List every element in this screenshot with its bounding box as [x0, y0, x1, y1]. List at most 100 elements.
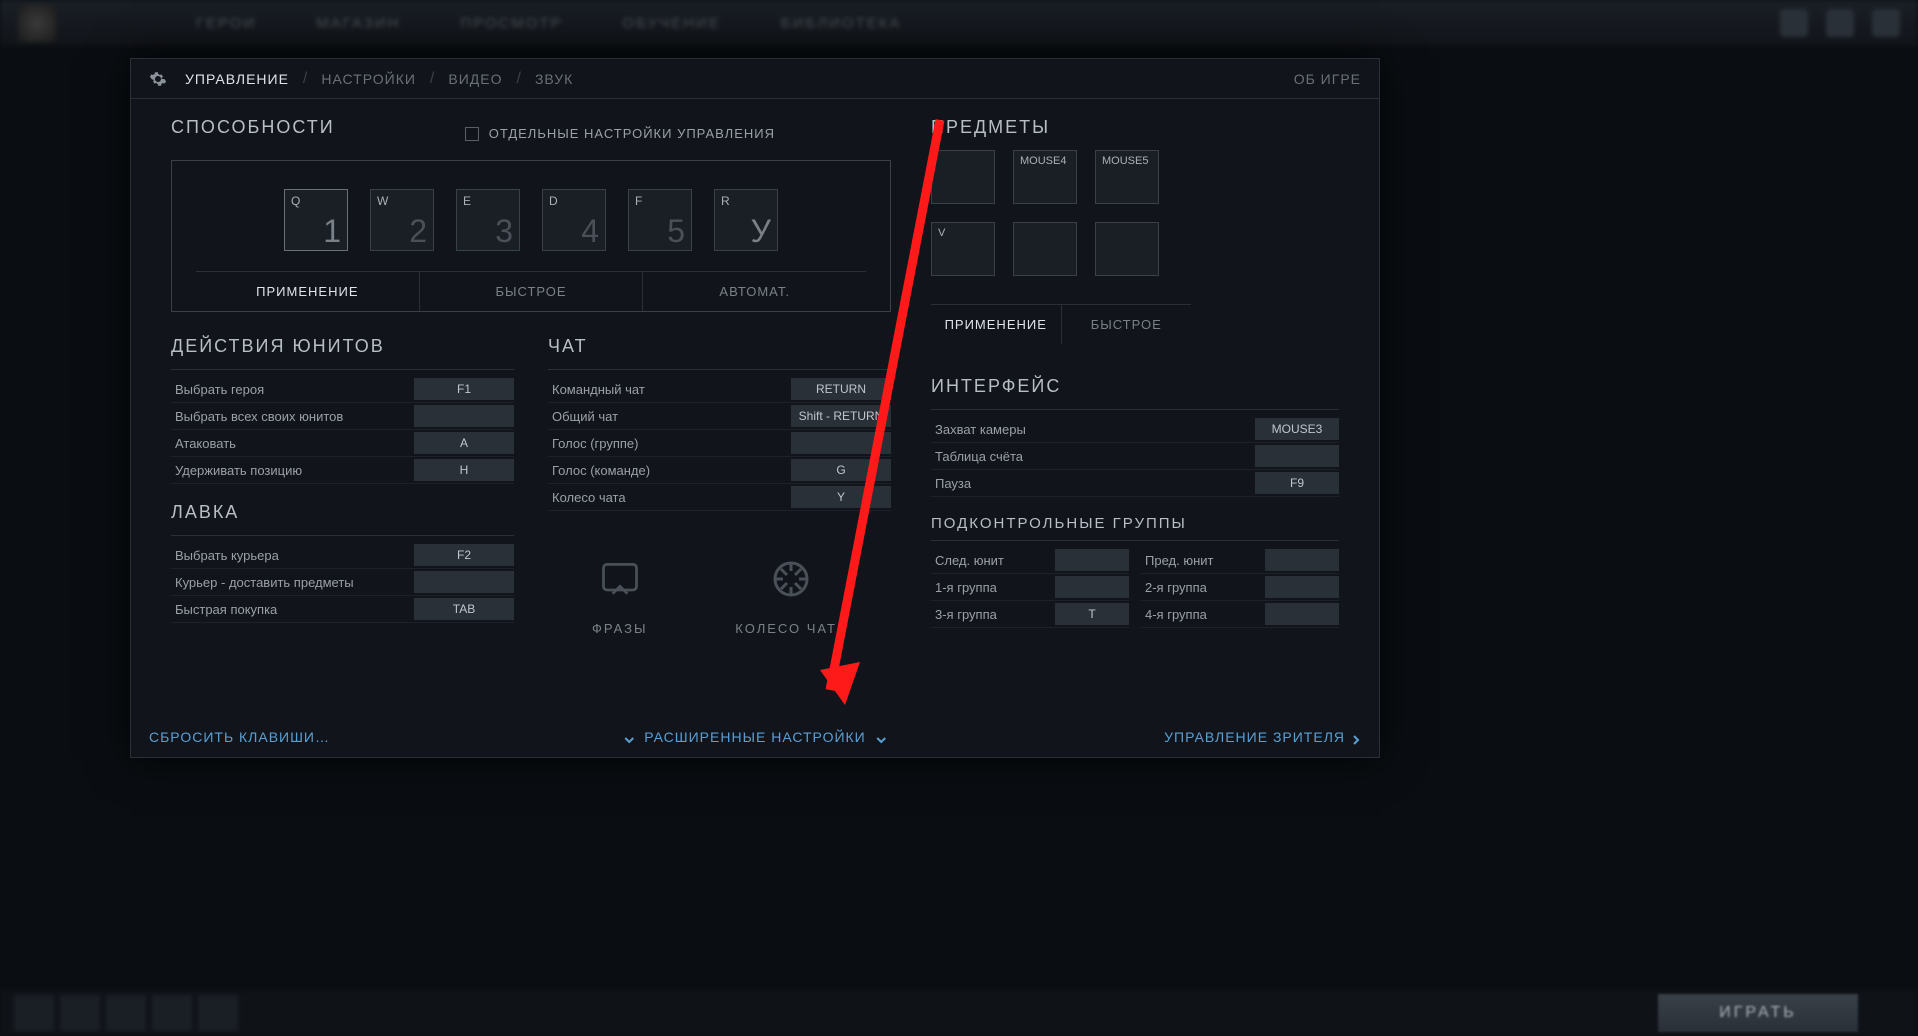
tab-controls[interactable]: УПРАВЛЕНИЕ — [185, 71, 289, 87]
settings-icon[interactable] — [1872, 9, 1900, 37]
ability-slot-6[interactable]: RУ — [714, 189, 778, 251]
abilities-title: СПОСОБНОСТИ — [171, 117, 335, 138]
chat-wheel-button[interactable]: КОЛЕСО ЧАТА — [735, 551, 847, 636]
tab-settings[interactable]: НАСТРОЙКИ — [321, 71, 416, 87]
ability-mode-cast[interactable]: ПРИМЕНЕНИЕ — [196, 272, 420, 311]
keybind-input[interactable]: F9 — [1255, 472, 1339, 494]
keybind-input[interactable]: MOUSE3 — [1255, 418, 1339, 440]
ability-mode-auto[interactable]: АВТОМАТ. — [643, 272, 866, 311]
party-slot[interactable] — [152, 995, 192, 1031]
armory-icon[interactable] — [1826, 9, 1854, 37]
bind-label: Таблица счёта — [931, 449, 1255, 464]
chevron-right-icon — [1351, 732, 1361, 742]
bind-label: 4-я группа — [1141, 607, 1265, 622]
bind-label: Выбрать всех своих юнитов — [171, 409, 414, 424]
party-slot[interactable] — [198, 995, 238, 1031]
keybind-input[interactable] — [414, 405, 514, 427]
keybind-input[interactable]: Y — [791, 486, 891, 508]
game-logo — [18, 4, 56, 42]
keybind-input[interactable] — [1265, 576, 1339, 598]
keybind-input[interactable] — [1265, 603, 1339, 625]
tab-video[interactable]: ВИДЕО — [448, 71, 502, 87]
keybind-input[interactable]: A — [414, 432, 514, 454]
shop-title: ЛАВКА — [171, 502, 514, 523]
bind-label: 1-я группа — [931, 580, 1055, 595]
ability-panel: Q1 W2 E3 D4 F5 RУ ПРИМЕНЕНИЕ БЫСТРОЕ АВТ… — [171, 160, 891, 312]
ability-mode-quick[interactable]: БЫСТРОЕ — [420, 272, 644, 311]
keybind-input[interactable]: Shift - RETURN — [791, 405, 891, 427]
advanced-hotkeys-label: ОТДЕЛЬНЫЕ НАСТРОЙКИ УПРАВЛЕНИЯ — [489, 126, 775, 141]
item-slot-3[interactable]: MOUSE5 — [1095, 150, 1159, 204]
bind-label: Общий чат — [548, 409, 791, 424]
mail-icon[interactable] — [1780, 9, 1808, 37]
party-slot[interactable] — [106, 995, 146, 1031]
item-slot-4[interactable]: V — [931, 222, 995, 276]
keybind-input[interactable] — [791, 432, 891, 454]
settings-window: УПРАВЛЕНИЕ / НАСТРОЙКИ / ВИДЕО / ЗВУК ОБ… — [130, 58, 1380, 758]
top-nav: ГЕРОИ МАГАЗИН ПРОСМОТР ОБУЧЕНИЕ БИБЛИОТЕ… — [0, 0, 1918, 46]
play-button[interactable]: ИГРАТЬ — [1658, 994, 1858, 1032]
bind-label: Выбрать героя — [171, 382, 414, 397]
party-slot[interactable] — [14, 995, 54, 1031]
bind-label: 2-я группа — [1141, 580, 1265, 595]
bind-label: След. юнит — [931, 553, 1055, 568]
keybind-input[interactable] — [414, 571, 514, 593]
bind-label: Выбрать курьера — [171, 548, 414, 563]
item-mode-quick[interactable]: БЫСТРОЕ — [1062, 305, 1192, 344]
shop-table: Выбрать курьераF2 Курьер - доставить пре… — [171, 535, 514, 623]
nav-library[interactable]: БИБЛИОТЕКА — [781, 15, 902, 32]
keybind-input[interactable] — [1055, 549, 1129, 571]
nav-heroes[interactable]: ГЕРОИ — [196, 15, 256, 32]
ability-slot-3[interactable]: E3 — [456, 189, 520, 251]
keybind-input[interactable]: RETURN — [791, 378, 891, 400]
item-mode-cast[interactable]: ПРИМЕНЕНИЕ — [931, 305, 1062, 344]
keybind-input[interactable] — [1055, 576, 1129, 598]
nav-store[interactable]: МАГАЗИН — [316, 15, 400, 32]
item-slot-5[interactable] — [1013, 222, 1077, 276]
reset-keys-button[interactable]: СБРОСИТЬ КЛАВИШИ… — [149, 729, 330, 745]
nav-learn[interactable]: ОБУЧЕНИЕ — [623, 15, 721, 32]
item-slot-2[interactable]: MOUSE4 — [1013, 150, 1077, 204]
keybind-input[interactable] — [1255, 445, 1339, 467]
ability-slot-2[interactable]: W2 — [370, 189, 434, 251]
ability-slot-5[interactable]: F5 — [628, 189, 692, 251]
bind-label: Голос (команде) — [548, 463, 791, 478]
bottom-bar — [0, 990, 1918, 1036]
items-title: ПРЕДМЕТЫ — [931, 117, 1339, 138]
tab-about[interactable]: ОБ ИГРЕ — [1294, 71, 1361, 87]
ability-slot-4[interactable]: D4 — [542, 189, 606, 251]
party-slot[interactable] — [60, 995, 100, 1031]
checkbox-icon — [465, 127, 479, 141]
keybind-input[interactable]: TAB — [414, 598, 514, 620]
spectator-controls-button[interactable]: УПРАВЛЕНИЕ ЗРИТЕЛЯ — [1164, 729, 1361, 745]
keybind-input[interactable]: G — [791, 459, 891, 481]
keybind-input[interactable]: F2 — [414, 544, 514, 566]
settings-body: СПОСОБНОСТИ ОТДЕЛЬНЫЕ НАСТРОЙКИ УПРАВЛЕН… — [131, 99, 1379, 717]
chat-phrases-button[interactable]: ФРАЗЫ — [592, 551, 648, 636]
bind-label: Курьер - доставить предметы — [171, 575, 414, 590]
spectator-controls-label: УПРАВЛЕНИЕ ЗРИТЕЛЯ — [1164, 729, 1345, 745]
settings-tabs: УПРАВЛЕНИЕ / НАСТРОЙКИ / ВИДЕО / ЗВУК ОБ… — [131, 59, 1379, 99]
keybind-input[interactable] — [1265, 549, 1339, 571]
chat-wheel-label: КОЛЕСО ЧАТА — [735, 621, 847, 636]
item-slot-6[interactable] — [1095, 222, 1159, 276]
keybind-input[interactable]: F1 — [414, 378, 514, 400]
advanced-settings-button[interactable]: РАСШИРЕННЫЕ НАСТРОЙКИ — [624, 729, 886, 745]
bind-label: 3-я группа — [931, 607, 1055, 622]
item-slot-1[interactable] — [931, 150, 995, 204]
bind-label: Атаковать — [171, 436, 414, 451]
settings-footer: СБРОСИТЬ КЛАВИШИ… РАСШИРЕННЫЕ НАСТРОЙКИ … — [131, 717, 1379, 757]
tab-audio[interactable]: ЗВУК — [535, 71, 573, 87]
unit-actions-table: Выбрать герояF1 Выбрать всех своих юнито… — [171, 369, 514, 484]
advanced-hotkeys-checkbox[interactable]: ОТДЕЛЬНЫЕ НАСТРОЙКИ УПРАВЛЕНИЯ — [465, 126, 775, 141]
bind-label: Пред. юнит — [1141, 553, 1265, 568]
ability-slot-1[interactable]: Q1 — [284, 189, 348, 251]
chevron-down-icon — [624, 732, 634, 742]
bind-label: Быстрая покупка — [171, 602, 414, 617]
gear-icon — [149, 70, 167, 88]
chevron-down-icon — [876, 732, 886, 742]
nav-watch[interactable]: ПРОСМОТР — [460, 15, 562, 32]
keybind-input[interactable]: H — [414, 459, 514, 481]
keybind-input[interactable]: T — [1055, 603, 1129, 625]
bind-label: Пауза — [931, 476, 1255, 491]
